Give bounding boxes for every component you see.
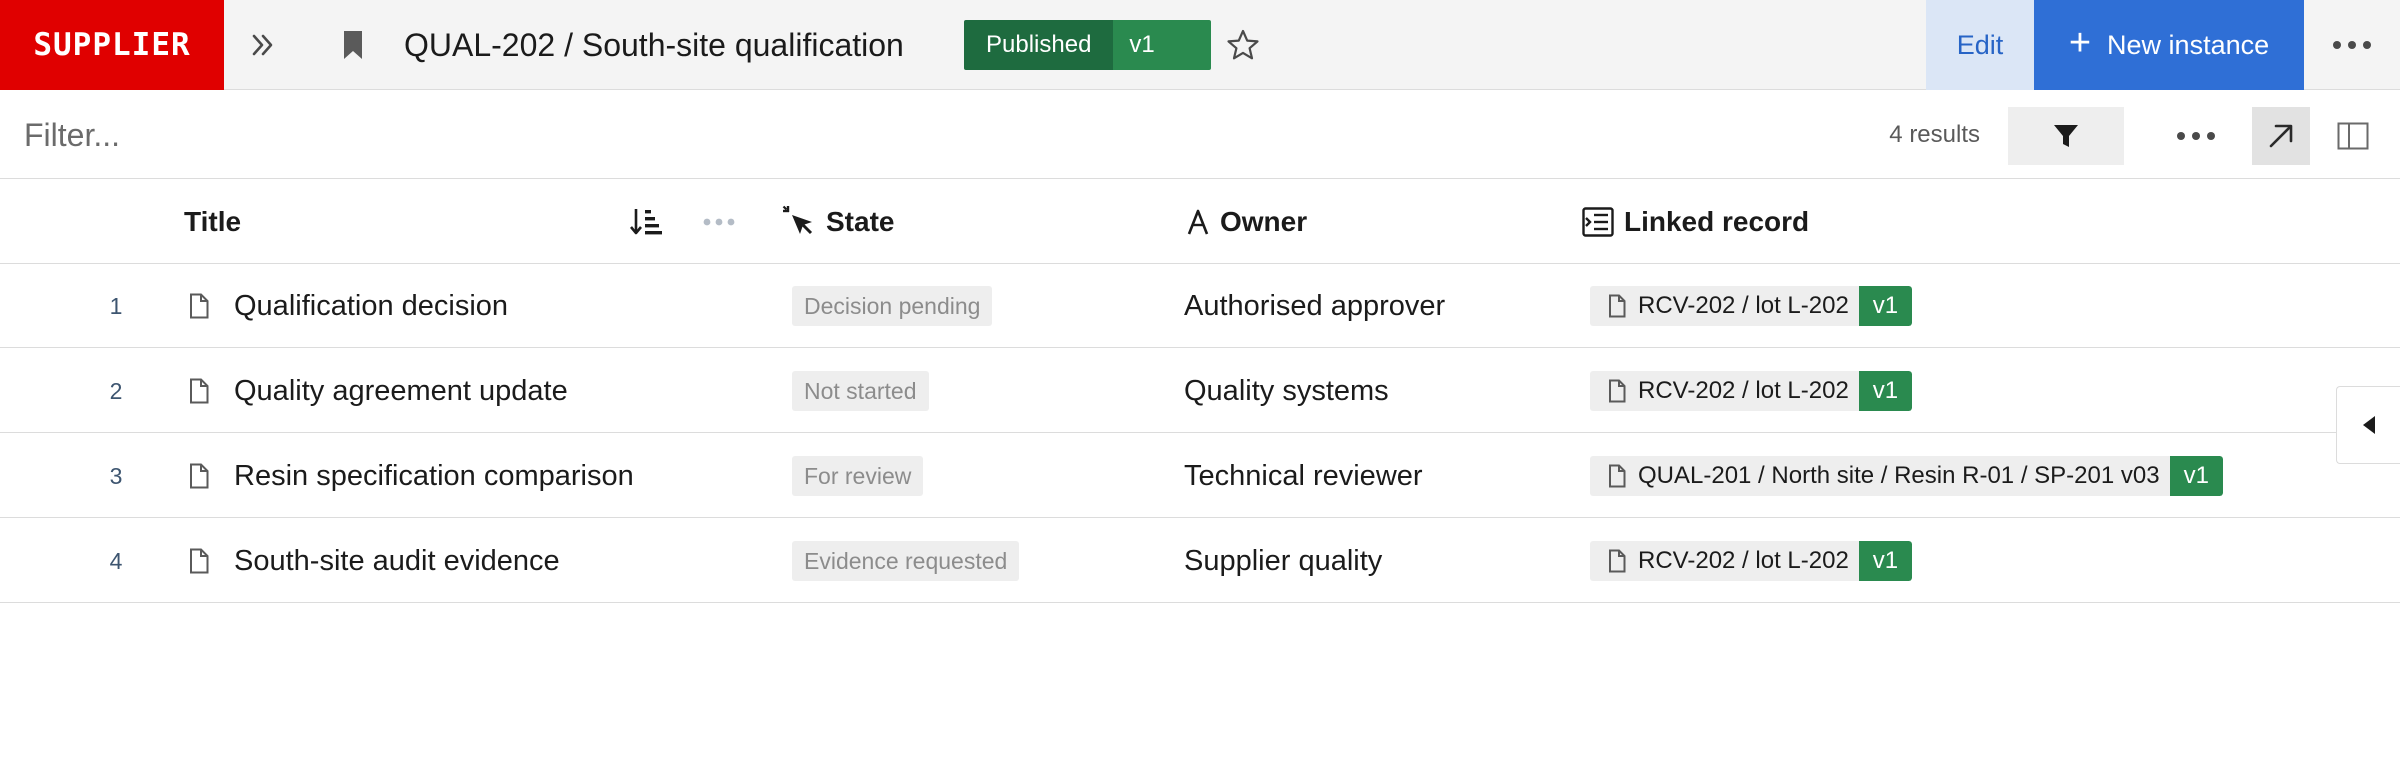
linked-record-version: v1 (1858, 371, 1913, 411)
status-label: Published (964, 20, 1114, 70)
new-instance-button[interactable]: + New instance (2034, 0, 2304, 90)
column-header-title[interactable]: Title (184, 180, 241, 264)
owner-cell: Quality systems (1184, 374, 1389, 407)
row-number: 4 (109, 547, 123, 574)
document-icon (1609, 549, 1626, 573)
row-title[interactable]: Quality agreement update (234, 349, 568, 433)
linked-record-version: v1 (1858, 286, 1913, 326)
linked-record-chip[interactable]: RCV-202 / lot L-202 v1 (1590, 286, 1913, 326)
edit-button[interactable]: Edit (1926, 0, 2034, 90)
column-header-owner[interactable]: Owner (1186, 180, 1307, 264)
table-row[interactable]: 1 Qualification decision Decision pendin… (0, 264, 2400, 348)
linked-record-version: v1 (1858, 541, 1913, 581)
document-icon (188, 461, 210, 491)
funnel-icon (2054, 125, 2078, 147)
owner-cell: Technical reviewer (1184, 459, 1423, 492)
linked-record-text: RCV-202 / lot L-202 (1638, 377, 1849, 404)
version-label: v1 (1113, 20, 1211, 70)
status-badge[interactable]: Published v1 (964, 20, 1211, 70)
linked-record-chip[interactable]: QUAL-201 / North site / Resin R-01 / SP-… (1590, 456, 2223, 496)
arrow-up-right-icon (2269, 124, 2293, 148)
filter-bar: 4 results (0, 91, 2400, 179)
app-header: SUPPLIER QUAL-202 / South-site qualifica… (0, 0, 2400, 90)
linked-record-chip[interactable]: RCV-202 / lot L-202 v1 (1590, 541, 1913, 581)
document-icon (1609, 294, 1626, 318)
column-header-state[interactable]: State (782, 180, 894, 264)
caret-left-icon (2362, 416, 2375, 434)
star-icon[interactable] (1222, 24, 1264, 66)
owner-letter-icon (1187, 209, 1209, 235)
document-icon (188, 376, 210, 406)
table-row[interactable]: 2 Quality agreement update Not started Q… (0, 349, 2400, 433)
side-panel-toggle[interactable] (2336, 386, 2400, 464)
results-count: 4 results (1889, 121, 1980, 148)
state-cursor-icon (782, 205, 813, 235)
panel-toggle-button[interactable] (2326, 107, 2380, 165)
state-chip[interactable]: Evidence requested (792, 541, 1020, 581)
table-row[interactable]: 3 Resin specification comparison For rev… (0, 434, 2400, 518)
filter-button[interactable] (2008, 107, 2124, 165)
document-icon (1609, 379, 1626, 403)
document-icon (188, 291, 210, 321)
more-icon[interactable] (2318, 22, 2386, 68)
linked-record-label: QUAL-201 / North site / Resin R-01 / SP-… (1590, 456, 2170, 496)
linked-record-text: RCV-202 / lot L-202 (1638, 292, 1849, 319)
plus-icon: + (2068, 22, 2092, 64)
document-icon (1609, 464, 1626, 488)
more-options-icon[interactable] (2170, 113, 2222, 159)
expand-sidebar-button[interactable] (238, 20, 288, 70)
column-header-linked-record-label: Linked record (1624, 206, 1810, 237)
column-header-linked-record[interactable]: Linked record (1582, 180, 1809, 264)
state-chip[interactable]: Decision pending (792, 286, 993, 326)
open-in-new-button[interactable] (2252, 107, 2310, 165)
filter-input[interactable] (24, 111, 724, 159)
row-number: 3 (109, 462, 123, 489)
owner-cell: Supplier quality (1184, 544, 1383, 577)
state-chip[interactable]: For review (792, 456, 924, 496)
linked-record-label: RCV-202 / lot L-202 (1590, 286, 1859, 326)
column-header-state-label: State (826, 206, 895, 237)
linked-record-label: RCV-202 / lot L-202 (1590, 371, 1859, 411)
panel-icon (2337, 122, 2369, 150)
row-number: 1 (109, 292, 123, 319)
document-icon (188, 546, 210, 576)
sort-icon[interactable] (626, 202, 666, 242)
page-title: QUAL-202 / South-site qualification (404, 27, 904, 63)
table-header: Title State Owner Linked record (0, 180, 2400, 264)
row-title[interactable]: Qualification decision (234, 264, 508, 348)
state-chip[interactable]: Not started (792, 371, 929, 411)
bookmark-icon[interactable] (338, 26, 368, 64)
linked-record-version: v1 (2169, 456, 2223, 496)
new-instance-label: New instance (2107, 29, 2270, 60)
table-row[interactable]: 4 South-site audit evidence Evidence req… (0, 519, 2400, 603)
row-title[interactable]: South-site audit evidence (234, 519, 560, 603)
linked-record-label: RCV-202 / lot L-202 (1590, 541, 1859, 581)
column-more-icon[interactable] (696, 202, 742, 242)
double-chevron-right-icon (252, 34, 273, 56)
linked-record-text: QUAL-201 / North site / Resin R-01 / SP-… (1638, 462, 2160, 489)
owner-cell: Authorised approver (1184, 289, 1446, 322)
column-header-owner-label: Owner (1220, 206, 1308, 237)
linked-record-text: RCV-202 / lot L-202 (1638, 547, 1849, 574)
row-number: 2 (109, 377, 123, 404)
supplier-logo[interactable]: SUPPLIER (0, 0, 224, 90)
row-title[interactable]: Resin specification comparison (234, 434, 634, 518)
linked-record-chip[interactable]: RCV-202 / lot L-202 v1 (1590, 371, 1913, 411)
linked-record-icon (1582, 207, 1614, 237)
